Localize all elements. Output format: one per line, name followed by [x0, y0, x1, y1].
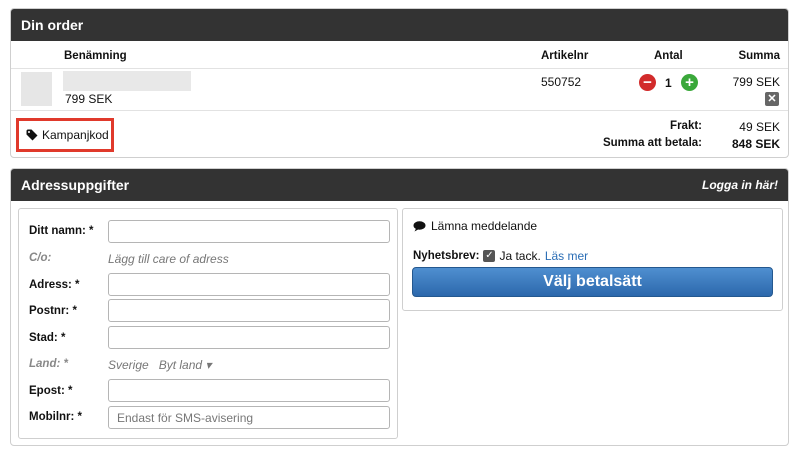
- mobile-label: Mobilnr: *: [29, 411, 83, 423]
- remove-item-button[interactable]: ✕: [765, 92, 779, 106]
- campaign-code-link[interactable]: Kampanjkod: [16, 118, 114, 152]
- newsletter-yes-text: Ja tack.: [499, 249, 541, 263]
- postnr-input[interactable]: [108, 299, 390, 322]
- qty-value: 1: [665, 76, 672, 90]
- country-name: Sverige: [108, 358, 149, 372]
- address-panel: Adressuppgifter Logga in här! Ditt namn:…: [10, 168, 789, 446]
- email-label: Epost: *: [29, 385, 73, 397]
- header-divider: [11, 68, 788, 69]
- tag-icon: [26, 129, 38, 141]
- shipping-value: 49 SEK: [739, 120, 780, 134]
- qty-decrease-button[interactable]: −: [639, 74, 656, 91]
- country-value: Sverige Byt land ▾: [108, 358, 211, 372]
- product-price: 799 SEK: [65, 92, 113, 106]
- change-country-link[interactable]: Byt land ▾: [159, 358, 212, 372]
- newsletter-row: Nyhetsbrev: ✓ Ja tack. Läs mer: [413, 249, 588, 263]
- col-sum-header: Summa: [738, 50, 780, 62]
- read-more-link[interactable]: Läs mer: [545, 249, 588, 263]
- address-form: Ditt namn: * C/o: Lägg till care of adre…: [18, 208, 398, 439]
- col-qty-header: Antal: [654, 50, 683, 62]
- speech-bubble-icon: [413, 220, 426, 231]
- shipping-label: Frakt:: [670, 120, 702, 132]
- postnr-label: Postnr: *: [29, 305, 77, 317]
- name-label: Ditt namn: *: [29, 225, 94, 237]
- address-label: Adress: *: [29, 279, 80, 291]
- choose-payment-button[interactable]: Välj betalsätt: [412, 267, 773, 297]
- qty-increase-button[interactable]: +: [681, 74, 698, 91]
- item-divider: [11, 110, 788, 111]
- order-title: Din order: [21, 17, 84, 33]
- checkout-options: Lämna meddelande Nyhetsbrev: ✓ Ja tack. …: [402, 208, 783, 311]
- city-input[interactable]: [108, 326, 390, 349]
- address-title: Adressuppgifter: [21, 177, 130, 193]
- product-thumbnail[interactable]: [21, 72, 52, 106]
- total-label: Summa att betala:: [602, 137, 702, 149]
- newsletter-checkbox[interactable]: ✓: [483, 250, 496, 262]
- product-name-placeholder[interactable]: [63, 71, 191, 91]
- address-header: Adressuppgifter Logga in här!: [11, 169, 788, 201]
- order-panel: Din order Benämning Artikelnr Antal Summ…: [10, 8, 789, 158]
- email-input[interactable]: [108, 379, 390, 402]
- login-link[interactable]: Logga in här!: [702, 178, 778, 192]
- co-add-link[interactable]: Lägg till care of adress: [108, 252, 229, 266]
- col-name-header: Benämning: [64, 50, 127, 62]
- mobile-input[interactable]: [108, 406, 390, 429]
- line-sum: 799 SEK: [732, 75, 780, 89]
- leave-message-link[interactable]: Lämna meddelande: [413, 219, 537, 233]
- address-input[interactable]: [108, 273, 390, 296]
- total-value: 848 SEK: [731, 137, 780, 151]
- name-input[interactable]: [108, 220, 390, 243]
- product-artno: 550752: [541, 75, 582, 89]
- country-label: Land: *: [29, 358, 68, 370]
- order-header: Din order: [11, 9, 788, 41]
- leave-message-label: Lämna meddelande: [431, 219, 538, 233]
- campaign-code-label: Kampanjkod: [42, 128, 109, 142]
- col-artno-header: Artikelnr: [541, 50, 589, 62]
- city-label: Stad: *: [29, 332, 66, 344]
- newsletter-label: Nyhetsbrev:: [413, 250, 480, 262]
- co-label: C/o:: [29, 252, 52, 264]
